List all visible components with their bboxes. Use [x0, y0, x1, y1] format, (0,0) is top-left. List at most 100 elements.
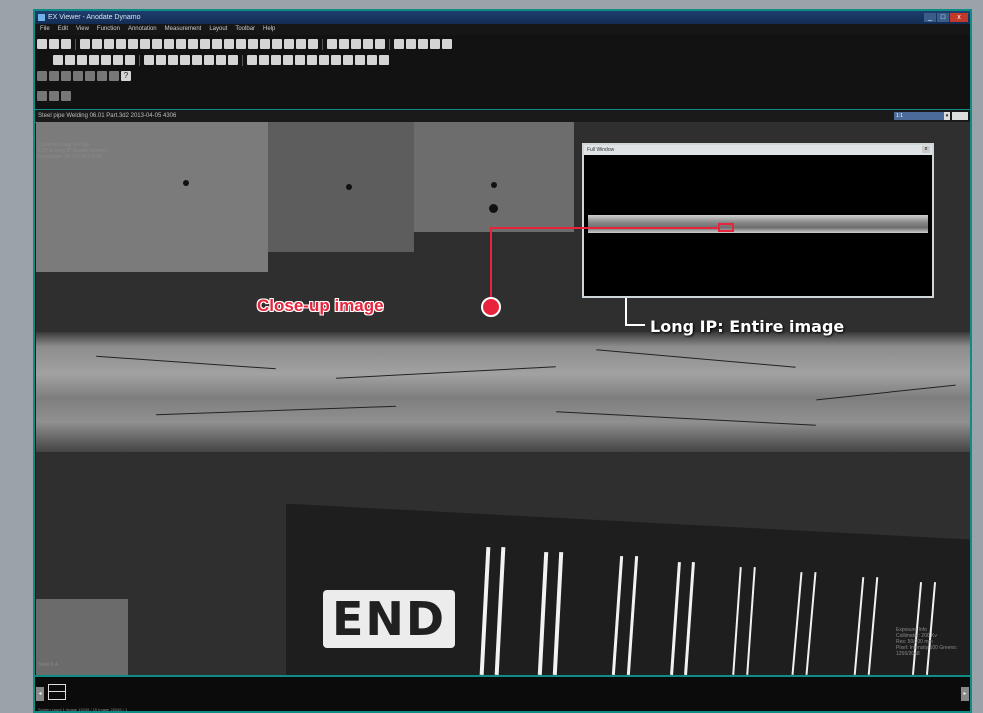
search-icon[interactable]: [284, 39, 294, 49]
compare-icon[interactable]: [296, 39, 306, 49]
image-annotation-icon[interactable]: [125, 55, 135, 65]
paste-icon[interactable]: [61, 39, 71, 49]
close-button[interactable]: x: [950, 13, 968, 22]
zoom-window-icon[interactable]: [104, 39, 114, 49]
pan-hand-icon[interactable]: [327, 39, 337, 49]
minimize-button[interactable]: _: [924, 13, 936, 22]
settings-icon[interactable]: [430, 39, 440, 49]
crop-icon[interactable]: [224, 39, 234, 49]
density-icon[interactable]: [180, 55, 190, 65]
crosshair-1-icon[interactable]: [37, 91, 47, 101]
view-mode-2-icon[interactable]: [49, 71, 59, 81]
view-mode-3-icon[interactable]: [61, 71, 71, 81]
layout-12-icon[interactable]: [379, 55, 389, 65]
measure-icon[interactable]: [260, 39, 270, 49]
menu-view[interactable]: View: [76, 24, 89, 35]
text-icon[interactable]: [113, 55, 123, 65]
menu-function[interactable]: Function: [97, 24, 120, 35]
export-icon[interactable]: [236, 39, 246, 49]
layout-6-icon[interactable]: [307, 55, 317, 65]
scroll-left-button[interactable]: ◂: [36, 687, 44, 701]
view-mode-4-icon[interactable]: [73, 71, 83, 81]
rotate-right-icon[interactable]: [188, 39, 198, 49]
ellipse-icon[interactable]: [101, 55, 111, 65]
layout-8-icon[interactable]: [331, 55, 341, 65]
report-icon[interactable]: [406, 39, 416, 49]
frame-icon[interactable]: [116, 39, 126, 49]
arrow-icon[interactable]: [77, 55, 87, 65]
view-mode-1-icon[interactable]: [37, 71, 47, 81]
layout-2-icon[interactable]: [259, 55, 269, 65]
profile-icon[interactable]: [272, 39, 282, 49]
layout-3-icon[interactable]: [271, 55, 281, 65]
crosshair-3-icon[interactable]: [61, 91, 71, 101]
menu-help[interactable]: Help: [263, 24, 275, 35]
menu-measurement[interactable]: Measurement: [165, 24, 202, 35]
crosshair-2-icon[interactable]: [49, 91, 59, 101]
closeup-selector[interactable]: [718, 223, 734, 232]
menu-annotation[interactable]: Annotation: [128, 24, 157, 35]
invert-icon[interactable]: [375, 39, 385, 49]
info-icon[interactable]: [442, 39, 452, 49]
snr-icon[interactable]: [216, 55, 226, 65]
window-title: EX Viewer - Anodate Dynamo: [48, 14, 141, 21]
area-icon[interactable]: [168, 55, 178, 65]
split-layout-icon[interactable]: [48, 684, 66, 700]
maximize-button[interactable]: □: [937, 13, 949, 22]
menu-toolbar[interactable]: Toolbar: [235, 24, 255, 35]
layout-5-icon[interactable]: [295, 55, 305, 65]
flip-icon[interactable]: [200, 39, 210, 49]
cut-icon[interactable]: [49, 39, 59, 49]
zoom-apply-button[interactable]: [952, 112, 968, 120]
import-icon[interactable]: [248, 39, 258, 49]
filter-icon[interactable]: [140, 39, 150, 49]
grid-icon[interactable]: [128, 39, 138, 49]
rotate-icon[interactable]: [164, 39, 174, 49]
end-marker: END: [323, 590, 455, 648]
pointer-icon[interactable]: [53, 55, 63, 65]
scroll-right-button[interactable]: ▸: [961, 687, 969, 701]
overlay-icon[interactable]: [308, 39, 318, 49]
wall-thickness-icon[interactable]: [204, 55, 214, 65]
layout-9-icon[interactable]: [343, 55, 353, 65]
layout-1-icon[interactable]: [247, 55, 257, 65]
zoom-fit-icon[interactable]: [92, 39, 102, 49]
rectangle-icon[interactable]: [89, 55, 99, 65]
toolbar-row-3: ?: [37, 69, 131, 83]
view-mode-7-icon[interactable]: [109, 71, 119, 81]
calibrate-icon[interactable]: [192, 55, 202, 65]
full-view-close-button[interactable]: x: [922, 146, 930, 153]
help-icon[interactable]: ?: [121, 71, 131, 81]
rotate-left-icon[interactable]: [176, 39, 186, 49]
contrast-icon[interactable]: [351, 39, 361, 49]
zoom-icon[interactable]: [80, 39, 90, 49]
menu-file[interactable]: File: [40, 24, 50, 35]
toolbar-row-4: [37, 89, 71, 103]
layout-10-icon[interactable]: [355, 55, 365, 65]
view-mode-5-icon[interactable]: [85, 71, 95, 81]
layout-7-icon[interactable]: [319, 55, 329, 65]
magnifier-icon[interactable]: [339, 39, 349, 49]
bracket-vertical: [625, 298, 627, 326]
mirror-icon[interactable]: [212, 39, 222, 49]
zoom-select[interactable]: 1:1: [894, 112, 944, 120]
layout-4-icon[interactable]: [283, 55, 293, 65]
radiograph-viewport[interactable]: Cassette Imaging Plate EXP & Long IP Rea…: [36, 122, 970, 675]
histogram-icon[interactable]: [363, 39, 373, 49]
menu-layout[interactable]: Layout: [209, 24, 227, 35]
print-icon[interactable]: [394, 39, 404, 49]
layers-icon[interactable]: [152, 39, 162, 49]
iqi-icon[interactable]: [228, 55, 238, 65]
view-mode-6-icon[interactable]: [97, 71, 107, 81]
save-icon[interactable]: [418, 39, 428, 49]
distance-icon[interactable]: [144, 55, 154, 65]
full-view-window[interactable]: Full Window x: [582, 143, 934, 298]
chevron-down-icon[interactable]: ▾: [944, 112, 950, 120]
angle-icon[interactable]: [156, 55, 166, 65]
line-icon[interactable]: [65, 55, 75, 65]
toolbar-separator: [389, 38, 390, 50]
layout-11-icon[interactable]: [367, 55, 377, 65]
menu-edit[interactable]: Edit: [58, 24, 68, 35]
open-icon[interactable]: [37, 39, 47, 49]
title-bar: EX Viewer - Anodate Dynamo _ □ x: [35, 11, 970, 24]
